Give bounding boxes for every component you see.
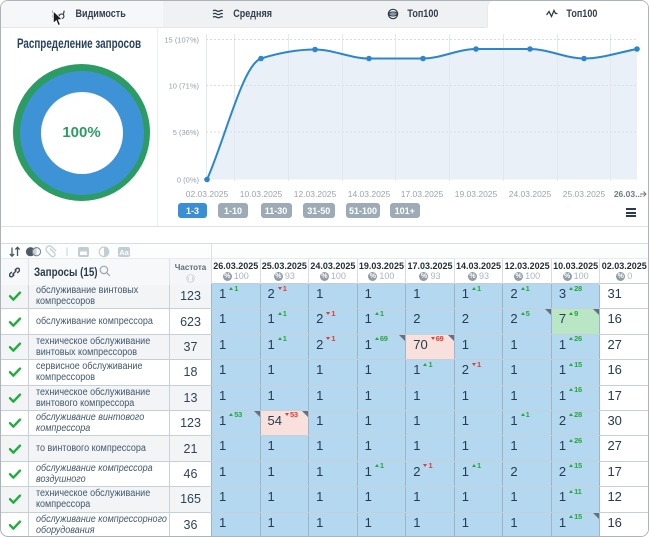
svg-text:12.03.2025: 12.03.2025 xyxy=(294,189,337,199)
svg-text:5 (36%): 5 (36%) xyxy=(173,128,200,137)
svg-text:15 (107%): 15 (107%) xyxy=(164,36,199,45)
svg-text:10 (71%): 10 (71%) xyxy=(169,82,200,91)
svg-text:02.03.2025: 02.03.2025 xyxy=(186,189,229,199)
svg-text:Aa: Aa xyxy=(119,248,129,257)
svg-text:25.03.2025: 25.03.2025 xyxy=(563,189,606,199)
svg-text:19.03.2025: 19.03.2025 xyxy=(455,189,498,199)
svg-text:0 (0%): 0 (0%) xyxy=(177,176,200,185)
svg-text:24.03.2025: 24.03.2025 xyxy=(509,189,552,199)
svg-text:17.03.2025: 17.03.2025 xyxy=(401,189,444,199)
svg-text:26.03...: 26.03... xyxy=(614,189,642,199)
svg-text:14.03.2025: 14.03.2025 xyxy=(348,189,391,199)
svg-text:10.03.2025: 10.03.2025 xyxy=(240,189,283,199)
